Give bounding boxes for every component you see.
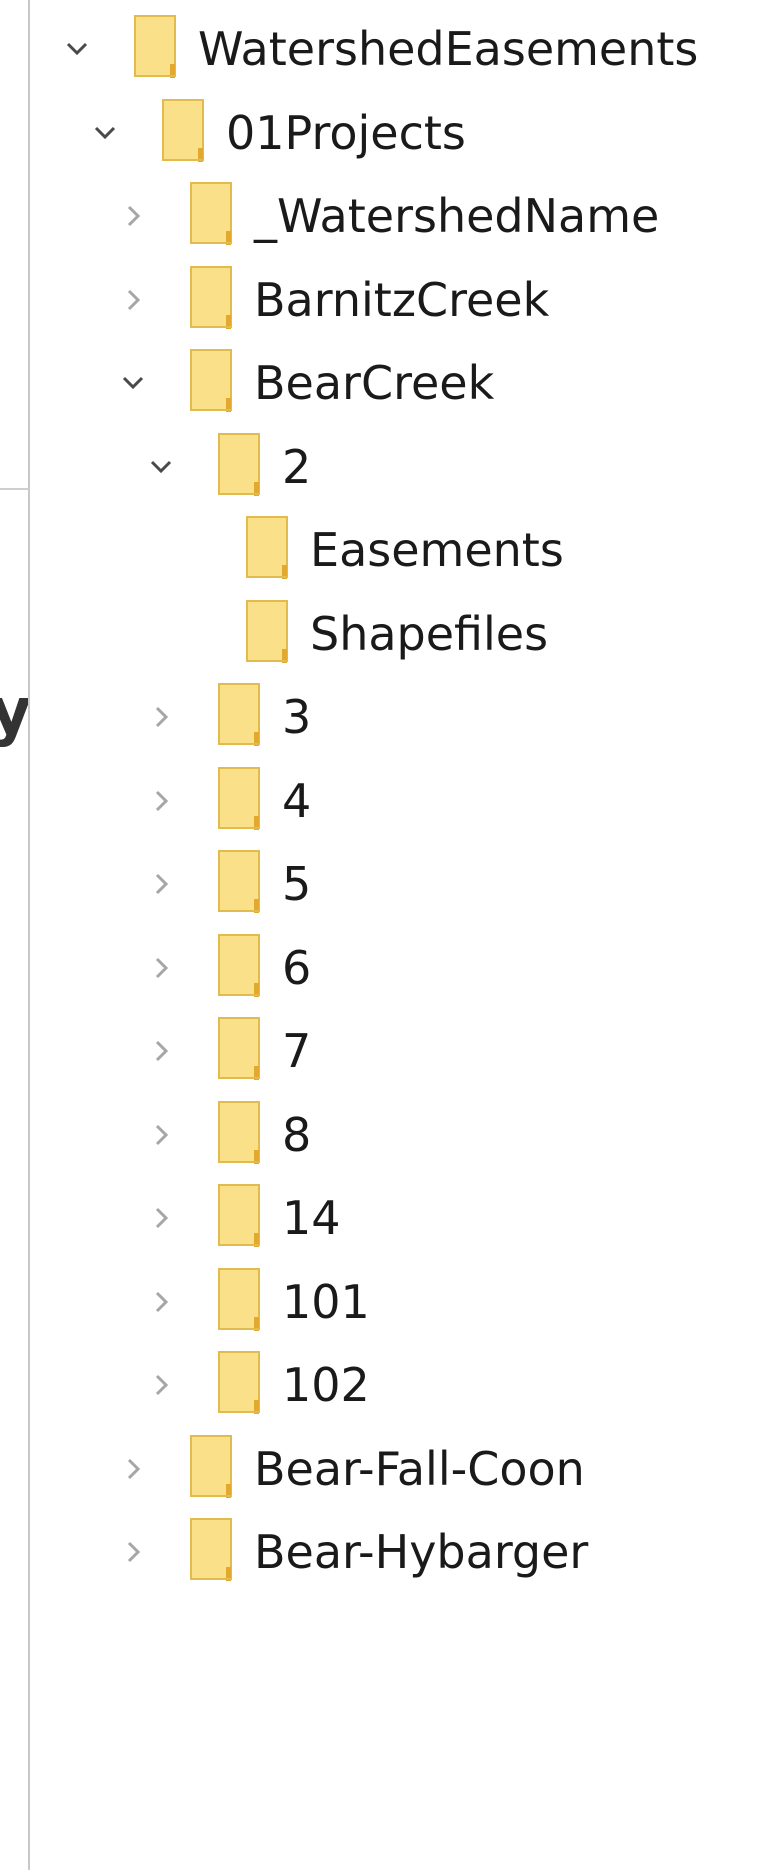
folder-tree-panel: WatershedEasements 01Projects _WatershedNa… <box>28 0 766 1870</box>
chevron-right-icon[interactable] <box>146 702 176 732</box>
chevron-down-icon[interactable] <box>62 34 92 64</box>
folder-icon <box>188 179 240 251</box>
chevron-right-icon[interactable] <box>146 1120 176 1150</box>
chevron-right-icon[interactable] <box>146 953 176 983</box>
chevron-down-icon[interactable] <box>146 452 176 482</box>
chevron-down-icon[interactable] <box>118 368 148 398</box>
chevron-right-icon[interactable] <box>146 1203 176 1233</box>
folder-icon <box>216 1014 268 1086</box>
folder-icon <box>216 1265 268 1337</box>
chevron-right-icon[interactable] <box>118 1537 148 1567</box>
chevron-right-icon[interactable] <box>118 1454 148 1484</box>
chevron-right-icon[interactable] <box>146 1370 176 1400</box>
chevron-right-icon[interactable] <box>146 1287 176 1317</box>
tree-item-label: Bear-Hybarger <box>254 1525 589 1579</box>
folder-icon <box>188 263 240 335</box>
chevron-right-icon[interactable] <box>118 201 148 231</box>
chevron-down-icon[interactable] <box>90 118 120 148</box>
tree-item-bear-hybarger[interactable]: Bear-Hybarger <box>30 1503 766 1601</box>
chevron-right-icon[interactable] <box>146 1036 176 1066</box>
folder-icon <box>216 1181 268 1253</box>
folder-icon <box>188 346 240 418</box>
folder-icon <box>244 597 296 669</box>
folder-icon <box>216 931 268 1003</box>
background-divider <box>0 488 30 490</box>
folder-icon <box>216 847 268 919</box>
chevron-right-icon[interactable] <box>118 285 148 315</box>
folder-icon <box>216 680 268 752</box>
folder-icon <box>216 430 268 502</box>
folder-icon <box>216 1348 268 1420</box>
chevron-right-icon[interactable] <box>146 786 176 816</box>
folder-icon <box>132 12 184 84</box>
background-text-fragment: ys <box>0 675 30 749</box>
folder-icon <box>160 96 212 168</box>
folder-icon <box>216 764 268 836</box>
chevron-right-icon[interactable] <box>146 869 176 899</box>
folder-icon <box>188 1515 240 1587</box>
folder-icon <box>244 513 296 585</box>
folder-icon <box>188 1432 240 1504</box>
folder-icon <box>216 1098 268 1170</box>
